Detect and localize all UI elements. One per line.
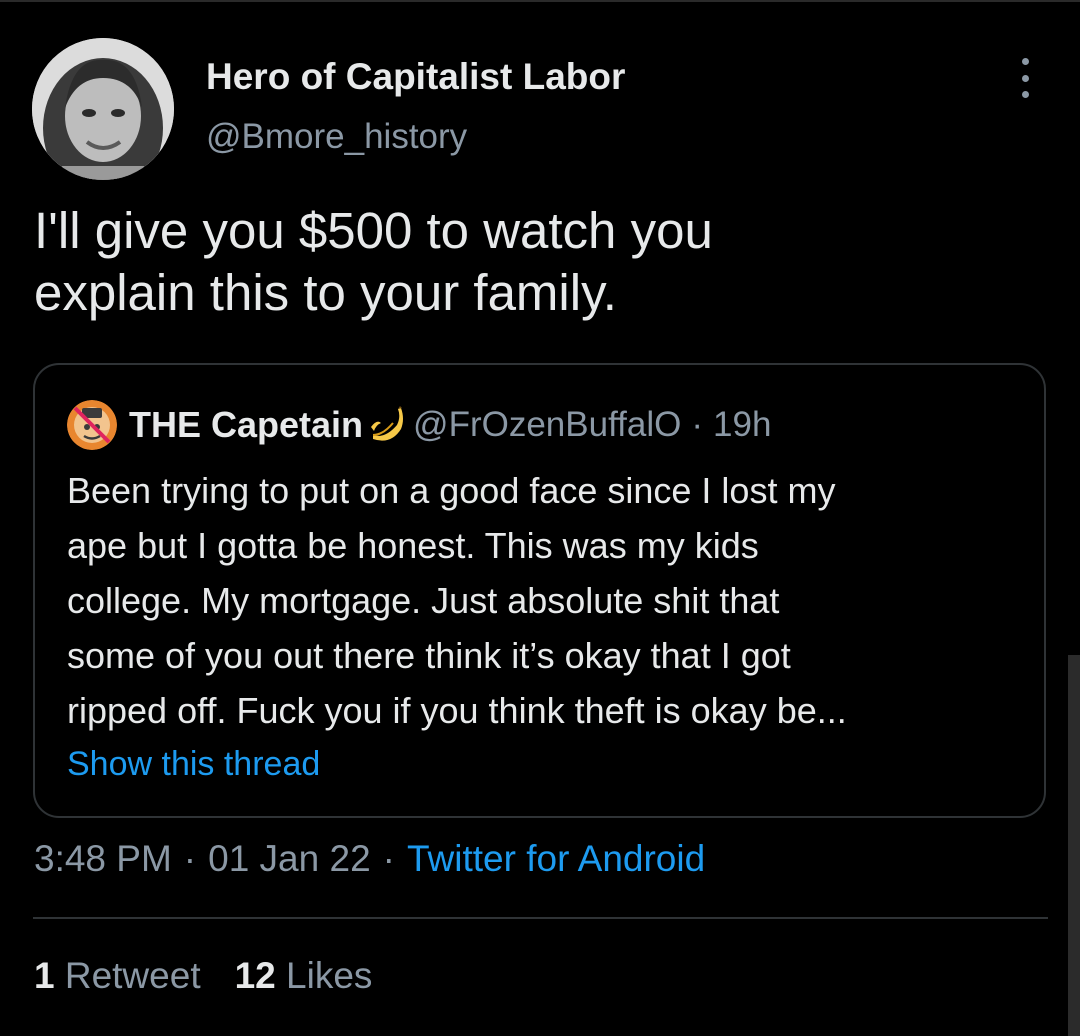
quoted-text-line: some of you out there think it’s okay th… [67, 635, 791, 676]
author-name[interactable]: Hero of Capitalist Labor [206, 56, 625, 98]
tweet-time: 3:48 PM [34, 838, 172, 879]
author-handle[interactable]: @Bmore_history [206, 117, 467, 157]
likes-stat[interactable]: 12 Likes [235, 955, 373, 996]
quoted-tweet-card[interactable]: THE Capetain @FrOzenBuffalO · 19h Been t… [33, 363, 1046, 818]
tweet-text-line: explain this to your family. [34, 264, 617, 321]
author-avatar-image [32, 38, 174, 180]
separator-dot: · [382, 838, 395, 879]
like-label: Likes [286, 955, 373, 996]
retweet-count: 1 [34, 955, 55, 996]
quoted-text-line: ape but I gotta be honest. This was my k… [67, 525, 759, 566]
retweet-label: Retweet [64, 955, 201, 996]
quoted-author-name[interactable]: THE Capetain [129, 404, 363, 446]
like-count: 12 [234, 955, 276, 996]
separator-dot: · [183, 838, 197, 879]
more-options-icon[interactable] [1010, 58, 1040, 98]
tweet-text: I'll give you $500 to watch you explain … [34, 200, 1034, 324]
tweet-text-line: I'll give you $500 to watch you [34, 202, 713, 259]
tweet-date: 01 Jan 22 [208, 838, 371, 879]
quoted-tweet-time: 19h [713, 405, 772, 444]
quoted-author-handle[interactable]: @FrOzenBuffalO [413, 405, 681, 445]
scrollbar-thumb[interactable] [1068, 655, 1080, 1036]
show-thread-link[interactable]: Show this thread [67, 745, 320, 784]
quoted-text-line: Been trying to put on a good face since … [67, 470, 836, 511]
tweet-stats: 1 Retweet 12 Likes [34, 955, 372, 997]
quoted-author-avatar[interactable] [67, 400, 117, 450]
retweets-stat[interactable]: 1 Retweet [34, 955, 201, 996]
tweet-metadata: 3:48 PM · 01 Jan 22 · Twitter for Android [34, 838, 705, 880]
quoted-text-line: ripped off. Fuck you if you think theft … [67, 690, 847, 731]
author-avatar[interactable] [32, 38, 174, 180]
stats-divider [33, 917, 1048, 919]
banana-icon [371, 406, 404, 441]
top-divider [0, 0, 1080, 2]
quoted-tweet-text: Been trying to put on a good face since … [67, 463, 1027, 738]
client-link[interactable]: Twitter for Android [407, 838, 705, 879]
quoted-tweet-header: THE Capetain @FrOzenBuffalO · 19h [67, 400, 772, 450]
quoted-text-line: college. My mortgage. Just absolute shit… [67, 580, 780, 621]
separator-dot: · [691, 405, 704, 444]
tweet-detail-screen: Hero of Capitalist Labor @Bmore_history … [0, 0, 1080, 1036]
